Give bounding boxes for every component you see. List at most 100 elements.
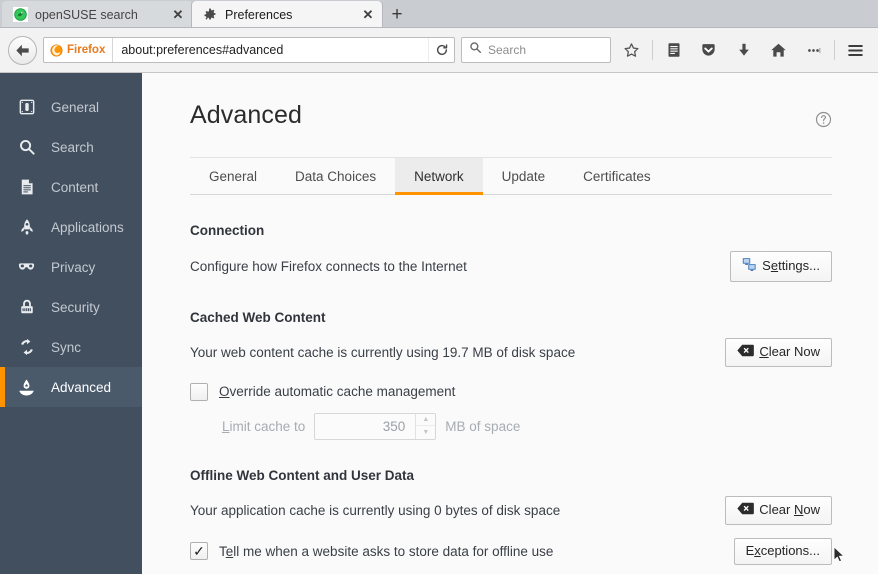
network-settings-icon (742, 257, 757, 276)
button-label: Exceptions... (745, 542, 820, 558)
cached-web-content-row: Your web content cache is currently usin… (190, 337, 832, 367)
cache-size-value[interactable]: 350 (315, 414, 415, 439)
sidebar-item-label: Search (51, 139, 94, 155)
offline-notify-row: ✓ Tell me when a website asks to store d… (190, 537, 832, 565)
sidebar-item-label: General (51, 99, 100, 115)
clear-offline-cache-button[interactable]: Clear Now (725, 495, 832, 525)
offline-notify-label: Tell me when a website asks to store dat… (219, 543, 554, 559)
cache-size-stepper[interactable]: 350 ▲ ▼ (314, 412, 437, 440)
sidebar-item-search[interactable]: Search (0, 127, 142, 167)
close-icon[interactable]: ✕ (170, 7, 186, 23)
sidebar-item-general[interactable]: General (0, 87, 142, 127)
offline-cache-row: Your application cache is currently usin… (190, 495, 832, 525)
sidebar-item-label: Security (51, 299, 100, 315)
search-icon (16, 137, 37, 158)
page-title: Advanced (190, 101, 302, 129)
button-label: Clear Now (759, 343, 820, 359)
gear-icon (202, 7, 218, 23)
sidebar-item-security[interactable]: Security (0, 287, 142, 327)
search-icon (469, 41, 482, 59)
sidebar-item-sync[interactable]: Sync (0, 327, 142, 367)
close-icon[interactable]: ✕ (360, 7, 376, 23)
override-cache-checkbox-row[interactable]: Override automatic cache management (190, 382, 832, 401)
offline-exceptions-button[interactable]: Exceptions... (733, 537, 832, 565)
connection-row: Configure how Firefox connects to the In… (190, 251, 832, 282)
tab-data-choices[interactable]: Data Choices (276, 158, 395, 194)
advanced-icon (16, 377, 37, 398)
tab-general[interactable]: General (190, 158, 276, 194)
tab-certificates[interactable]: Certificates (564, 158, 670, 194)
url-bar[interactable]: Firefox about:preferences#advanced (43, 37, 455, 63)
toolbar-separator (834, 40, 835, 60)
offline-notify-checkbox[interactable]: ✓ (190, 542, 208, 561)
offline-web-content-heading: Offline Web Content and User Data (190, 467, 415, 483)
override-cache-checkbox[interactable] (190, 382, 208, 401)
cache-usage-text: Your web content cache is currently usin… (190, 344, 576, 360)
connection-settings-button[interactable]: Settings... (730, 251, 832, 282)
opensuse-chameleon-icon (12, 7, 28, 23)
clear-cache-button[interactable]: Clear Now (725, 337, 832, 367)
preferences-page: General Search Content Applications Priv… (0, 73, 878, 574)
connection-heading: Connection (190, 223, 265, 238)
general-icon (16, 97, 37, 118)
firefox-logo-icon (50, 43, 63, 57)
clear-delete-icon (737, 344, 755, 361)
content-icon (16, 177, 37, 198)
sync-icon (16, 337, 37, 358)
sidebar-item-label: Content (51, 179, 99, 195)
sidebar-item-label: Applications (51, 219, 124, 235)
hamburger-menu-icon[interactable] (841, 36, 870, 65)
help-icon[interactable] (815, 111, 832, 133)
sidebar-item-label: Sync (51, 339, 82, 355)
limit-cache-suffix: MB of space (445, 418, 521, 434)
limit-cache-row: Limit cache to 350 ▲ ▼ MB of space (190, 412, 832, 440)
sidebar-item-applications[interactable]: Applications (0, 207, 142, 247)
offline-cache-usage-text: Your application cache is currently usin… (190, 502, 561, 518)
privacy-mask-icon (16, 257, 37, 278)
identity-label: Firefox (67, 44, 106, 56)
tab-title: Preferences (225, 7, 293, 22)
stepper-down-icon[interactable]: ▼ (416, 426, 435, 439)
search-input[interactable]: Search (488, 43, 526, 57)
identity-box[interactable]: Firefox (44, 38, 114, 62)
tab-network[interactable]: Network (395, 158, 483, 195)
sidebar-item-advanced[interactable]: Advanced (0, 367, 142, 407)
tab-bar: openSUSE search ✕ Preferences ✕ + (0, 0, 878, 28)
browser-tab-preferences[interactable]: Preferences ✕ (192, 1, 382, 28)
mouse-cursor-icon (833, 545, 846, 568)
reload-icon[interactable] (428, 38, 454, 62)
offline-notify-checkbox-row[interactable]: ✓ Tell me when a website asks to store d… (190, 542, 554, 561)
applications-icon (16, 217, 37, 238)
clear-delete-icon (737, 502, 755, 519)
preferences-content: Advanced General Data Choices Network Up… (142, 73, 878, 574)
search-bar[interactable]: Search (461, 37, 611, 63)
cached-web-content-heading: Cached Web Content (190, 309, 326, 325)
sidebar-item-privacy[interactable]: Privacy (0, 247, 142, 287)
page-header: Advanced (190, 101, 832, 133)
connection-description: Configure how Firefox connects to the In… (190, 258, 467, 274)
url-input[interactable]: about:preferences#advanced (113, 43, 428, 57)
new-tab-button[interactable]: + (382, 1, 412, 28)
preferences-tab-strip: General Data Choices Network Update Cert… (190, 157, 832, 195)
stepper-up-icon[interactable]: ▲ (416, 414, 436, 427)
bookmark-star-icon[interactable] (617, 36, 646, 65)
tab-update[interactable]: Update (483, 158, 565, 194)
back-button[interactable] (8, 35, 37, 65)
pocket-icon[interactable] (694, 36, 723, 65)
security-lock-icon (16, 297, 37, 318)
preferences-sidebar: General Search Content Applications Priv… (0, 73, 142, 574)
downloads-icon[interactable] (729, 36, 758, 65)
sidebar-item-label: Privacy (51, 259, 96, 275)
browser-window: openSUSE search ✕ Preferences ✕ + Firefo… (0, 0, 878, 574)
home-icon[interactable] (764, 36, 793, 65)
sidebar-item-content[interactable]: Content (0, 167, 142, 207)
button-label: Settings... (762, 258, 820, 273)
tab-title: openSUSE search (35, 7, 138, 22)
button-label: Clear Now (759, 501, 820, 517)
browser-tab-opensuse-search[interactable]: openSUSE search ✕ (2, 1, 192, 28)
override-cache-label: Override automatic cache management (219, 384, 456, 400)
stepper-arrows[interactable]: ▲ ▼ (415, 413, 436, 439)
reader-list-icon[interactable] (659, 36, 688, 65)
overflow-menu-icon[interactable] (799, 36, 828, 65)
navigation-toolbar: Firefox about:preferences#advanced Searc… (0, 28, 878, 73)
